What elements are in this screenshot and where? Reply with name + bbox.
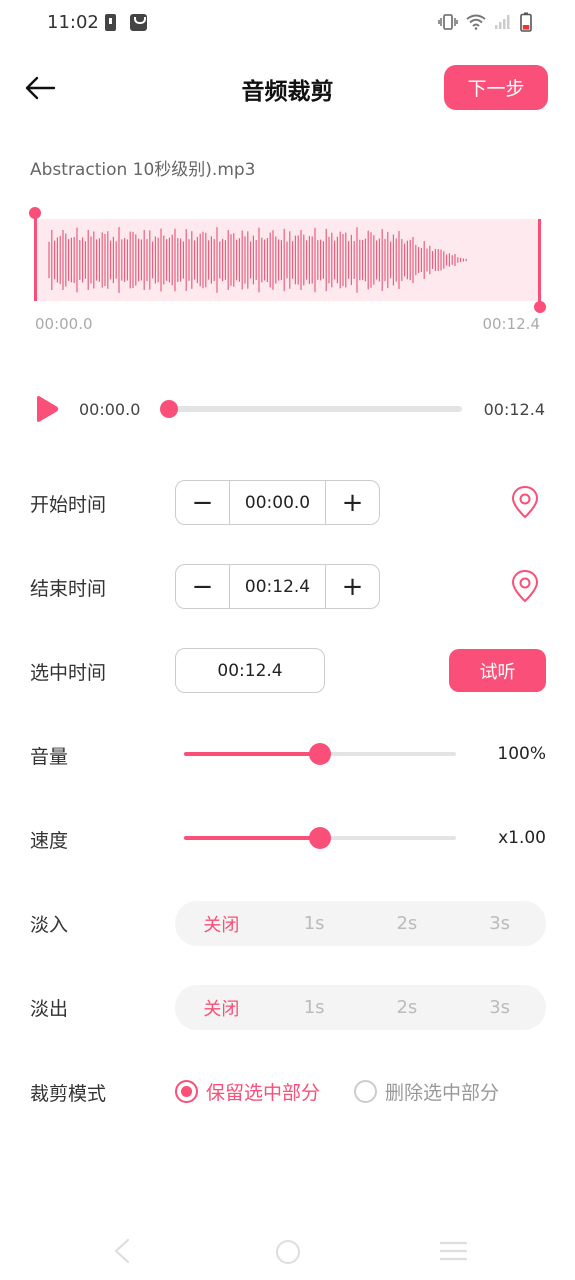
file-name: Abstraction 10秒级别).mp3: [30, 160, 256, 180]
nav-menu-icon[interactable]: [440, 1241, 467, 1261]
waveform: [48, 227, 467, 293]
speed-label: 速度: [30, 830, 69, 852]
fade-in-option-1s[interactable]: 1s: [268, 901, 361, 946]
location-pin-icon[interactable]: [510, 485, 540, 519]
end-time-stepper: − 00:12.4 +: [175, 564, 380, 609]
battery-icon: [520, 12, 532, 32]
fade-out-option-3s[interactable]: 3s: [453, 985, 546, 1030]
speed-slider-thumb[interactable]: [309, 827, 331, 849]
status-bar: 11:02: [0, 0, 575, 48]
status-time: 11:02: [47, 12, 99, 33]
selected-time-value: 00:12.4: [175, 648, 325, 693]
next-step-button[interactable]: 下一步: [444, 65, 548, 110]
end-time-value[interactable]: 00:12.4: [229, 565, 326, 608]
wifi-icon: [466, 14, 486, 30]
play-icon: [37, 396, 59, 422]
nav-back-icon[interactable]: [110, 1237, 134, 1265]
playback-progress-track[interactable]: [169, 406, 462, 412]
fade-in-option-off[interactable]: 关闭: [175, 901, 268, 946]
fade-out-selector: 关闭 1s 2s 3s: [175, 985, 546, 1030]
vibrate-icon: [438, 14, 458, 30]
start-time-value[interactable]: 00:00.0: [229, 481, 326, 524]
fade-in-selector: 关闭 1s 2s 3s: [175, 901, 546, 946]
end-time-increase-button[interactable]: +: [326, 565, 379, 608]
status-icons: [438, 12, 532, 32]
nav-home-icon[interactable]: [276, 1240, 300, 1264]
start-handle[interactable]: [29, 207, 41, 219]
start-time-label: 开始时间: [30, 494, 107, 516]
fade-in-option-3s[interactable]: 3s: [453, 901, 546, 946]
waveform-start-time: 00:00.0: [35, 315, 93, 333]
speed-value: x1.00: [498, 828, 546, 848]
start-time-increase-button[interactable]: +: [326, 481, 379, 524]
end-time-label: 结束时间: [30, 578, 107, 600]
volume-slider-thumb[interactable]: [309, 743, 331, 765]
fade-out-option-off[interactable]: 关闭: [175, 985, 268, 1030]
listen-button[interactable]: 试听: [449, 649, 546, 692]
shopping-bag-icon: [130, 14, 147, 31]
volume-slider-fill: [184, 752, 320, 756]
play-button[interactable]: [34, 395, 60, 423]
radio-icon: [175, 1080, 198, 1103]
end-handle-line[interactable]: [538, 219, 541, 307]
radio-icon: [354, 1080, 378, 1103]
location-pin-icon[interactable]: [510, 569, 540, 603]
crop-mode-delete-option[interactable]: 删除选中部分: [354, 1078, 499, 1105]
header: 音频裁剪 下一步: [0, 58, 575, 118]
selected-time-label: 选中时间: [30, 662, 107, 684]
end-handle[interactable]: [534, 301, 546, 313]
playback-total-time: 00:12.4: [483, 400, 545, 419]
waveform-end-time: 00:12.4: [482, 315, 540, 333]
crop-mode-label: 裁剪模式: [30, 1083, 107, 1105]
crop-mode-keep-option[interactable]: 保留选中部分: [175, 1078, 320, 1105]
volume-value: 100%: [497, 744, 546, 764]
volume-label: 音量: [30, 746, 69, 768]
fade-in-option-2s[interactable]: 2s: [361, 901, 454, 946]
crop-mode-keep-label: 保留选中部分: [206, 1082, 321, 1104]
volume-slider[interactable]: [184, 743, 456, 765]
start-time-stepper: − 00:00.0 +: [175, 480, 380, 525]
crop-mode-radio-group: 保留选中部分 删除选中部分: [175, 1078, 533, 1105]
fade-in-label: 淡入: [30, 914, 69, 936]
crop-mode-delete-label: 删除选中部分: [385, 1082, 500, 1104]
playback-progress-thumb[interactable]: [160, 400, 178, 418]
fade-out-option-1s[interactable]: 1s: [268, 985, 361, 1030]
fade-out-label: 淡出: [30, 998, 69, 1020]
end-time-decrease-button[interactable]: −: [176, 565, 229, 608]
signal-icon: [495, 15, 510, 29]
fade-out-option-2s[interactable]: 2s: [361, 985, 454, 1030]
start-time-decrease-button[interactable]: −: [176, 481, 229, 524]
playback-current-time: 00:00.0: [79, 400, 141, 419]
battery-saver-icon: [105, 14, 116, 31]
speed-slider-fill: [184, 836, 320, 840]
speed-slider[interactable]: [184, 827, 456, 849]
system-nav-bar: [0, 1225, 575, 1280]
start-handle-line[interactable]: [34, 213, 37, 301]
